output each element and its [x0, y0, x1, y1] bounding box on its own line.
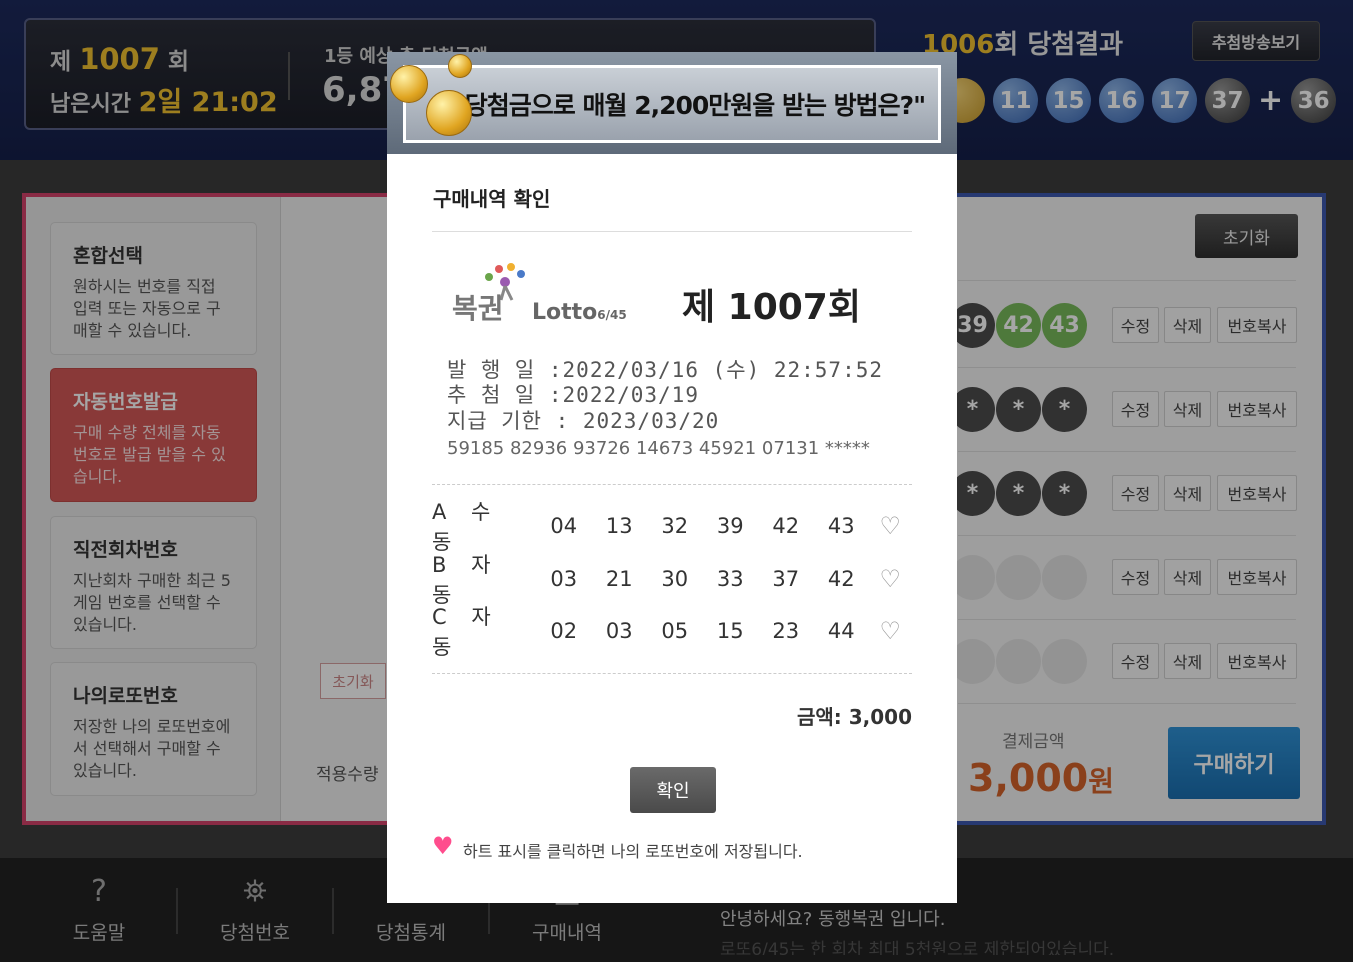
game-number: 44 — [827, 619, 855, 643]
game-number: 33 — [716, 567, 744, 591]
game-label: B 자 동 — [432, 553, 500, 607]
game-number: 43 — [827, 514, 855, 538]
game-label: A 수 동 — [432, 500, 500, 554]
confirm-button[interactable]: 확인 — [630, 767, 716, 813]
game-number: 39 — [716, 514, 744, 538]
game-number: 23 — [772, 619, 800, 643]
game-number: 21 — [605, 567, 633, 591]
game-number: 13 — [605, 514, 633, 538]
total-amount: 금액: 3,000 — [796, 705, 912, 729]
heart-save-icon[interactable]: ♡ — [869, 512, 901, 540]
game-number: 30 — [661, 567, 689, 591]
divider — [432, 673, 912, 674]
modal-title: 구매내역 확인 — [433, 187, 551, 211]
ad-banner-text[interactable]: "당첨금으로 매월 2,200만원을 받는 방법은?" — [403, 65, 941, 143]
game-number: 04 — [550, 514, 578, 538]
game-row: A 수 동 04 13 32 39 42 43 ♡ — [432, 500, 912, 554]
game-number: 37 — [772, 567, 800, 591]
ticket-serial: 59185 82936 93726 14673 45921 07131 ****… — [447, 438, 870, 459]
logo-lotto: Lotto6/45 — [532, 300, 627, 325]
divider — [432, 484, 912, 485]
coin-icon — [426, 90, 472, 136]
game-number: 42 — [827, 567, 855, 591]
game-row: B 자 동 03 21 30 33 37 42 ♡ — [432, 553, 912, 607]
game-number: 02 — [550, 619, 578, 643]
logo-korean: 복권 — [452, 292, 504, 325]
payment-deadline: 지급 기한 : 2023/03/20 — [447, 409, 720, 433]
game-number: 32 — [661, 514, 689, 538]
game-number: 03 — [605, 619, 633, 643]
game-number: 03 — [550, 567, 578, 591]
game-label: C 자 동 — [432, 605, 500, 659]
game-number: 15 — [716, 619, 744, 643]
heart-save-icon[interactable]: ♡ — [869, 565, 901, 593]
coin-icon — [448, 54, 472, 78]
game-number: 05 — [661, 619, 689, 643]
ticket-round: 제 1007회 — [682, 287, 861, 328]
heart-save-icon[interactable]: ♡ — [869, 617, 901, 645]
coin-icon — [390, 65, 428, 103]
heart-note: 하트 표시를 클릭하면 나의 로또번호에 저장됩니다. — [463, 842, 803, 861]
game-number: 42 — [772, 514, 800, 538]
divider — [432, 231, 912, 232]
game-row: C 자 동 02 03 05 15 23 44 ♡ — [432, 605, 912, 659]
heart-icon: ♥ — [432, 832, 454, 860]
